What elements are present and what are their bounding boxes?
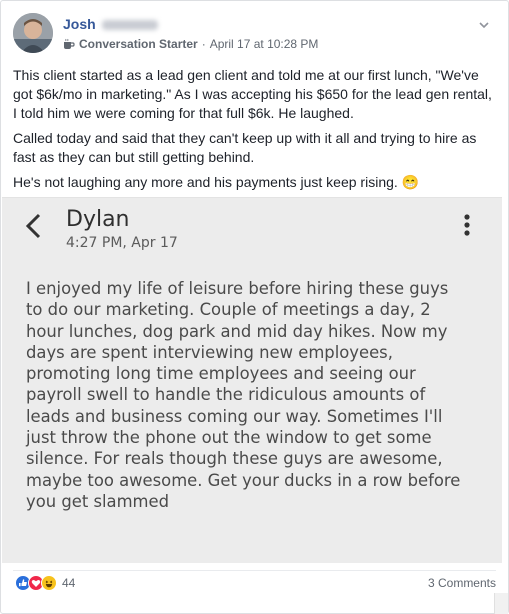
post-body: This client started as a lead gen client… <box>13 66 496 198</box>
post-paragraph: This client started as a lead gen client… <box>13 67 492 121</box>
more-options-icon <box>464 214 470 236</box>
back-arrow-icon <box>25 213 41 239</box>
author-last-name-redacted <box>101 20 158 31</box>
haha-icon <box>41 575 57 591</box>
post-paragraph: Called today and said that they can't ke… <box>13 130 477 165</box>
post-timestamp[interactable]: April 17 at 10:28 PM <box>210 37 319 51</box>
attached-screenshot[interactable]: Dylan 4:27 PM, Apr 17 I enjoyed my life … <box>2 197 502 563</box>
badge-label[interactable]: Conversation Starter <box>79 37 198 51</box>
author-first-name: Josh <box>63 16 96 32</box>
post-footer: 44 3 Comments <box>13 570 496 596</box>
post-paragraph: He's not laughing any more and his payme… <box>13 174 420 190</box>
author-name-link[interactable]: Josh <box>63 16 158 32</box>
message-text: I enjoyed my life of leisure before hiri… <box>26 279 461 511</box>
post-meta: Conversation Starter · April 17 at 10:28… <box>63 37 318 51</box>
comments-link[interactable]: 3 Comments <box>428 576 496 590</box>
post-card: Josh Conversation Starter · April 17 at … <box>0 0 509 614</box>
contact-name: Dylan <box>66 207 130 232</box>
avatar-photo <box>13 13 53 53</box>
message-timestamp: 4:27 PM, Apr 17 <box>66 235 178 251</box>
reaction-count: 44 <box>62 576 76 590</box>
meta-separator: · <box>201 37 206 51</box>
post-header: Josh Conversation Starter · April 17 at … <box>13 13 496 57</box>
avatar[interactable] <box>13 13 53 53</box>
scrollbar[interactable] <box>494 593 508 614</box>
reactions-summary[interactable]: 44 <box>15 575 75 591</box>
coffee-cup-icon <box>64 38 75 49</box>
chevron-down-icon[interactable] <box>478 19 490 31</box>
